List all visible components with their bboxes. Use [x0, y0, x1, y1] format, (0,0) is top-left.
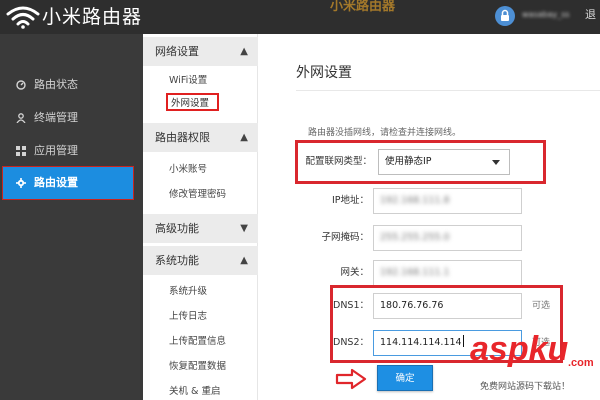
sidebar-item-router-status[interactable]: 路由状态 [0, 69, 132, 101]
gateway-label: 网关： [340, 267, 369, 278]
arrow-right-icon [335, 368, 367, 390]
chevron-down-icon [492, 160, 500, 165]
submenu-section-permissions[interactable]: 路由器权限 ▲ [143, 123, 258, 152]
ip-value: 192.168.111.8 [380, 195, 450, 206]
submenu-section-title: 网络设置 [155, 45, 199, 58]
chevron-up-icon: ▲ [240, 255, 248, 266]
submenu-section-title: 路由器权限 [155, 131, 210, 144]
submenu-section-system[interactable]: 系统功能 ▲ [143, 246, 258, 275]
sidebar-item-label: 路由设置 [34, 176, 78, 189]
connection-type-highlight: 配置联网类型： 使用静态IP [295, 140, 546, 184]
ip-label: IP地址： [331, 195, 369, 206]
submenu-section-title: 系统功能 [155, 254, 199, 267]
dns1-optional-note: 可选 [532, 301, 551, 311]
gear-icon [16, 178, 26, 188]
submenu-item-upload-config[interactable]: 上传配置信息 [169, 333, 226, 351]
gateway-label-wrap: 网关： [258, 260, 369, 286]
sidebar-item-label: 终端管理 [34, 111, 78, 124]
top-header: 小米路由器 小米路由器 wasabay_ss 退 [0, 0, 600, 34]
submenu-section-advanced[interactable]: 高级功能 ▼ [143, 214, 258, 243]
gateway-input[interactable]: 192.168.111.1 [373, 260, 522, 286]
page-title: 外网设置 [296, 65, 352, 81]
dns1-label-wrap: DNS1： [258, 293, 369, 319]
chevron-down-icon: ▼ [240, 223, 248, 234]
watermark-caption: 免费网站源码下载站！ [480, 382, 571, 392]
dns2-label: DNS2： [333, 337, 369, 348]
dns2-value: 114.114.114.114 [380, 337, 462, 348]
submenu-item-upload-log[interactable]: 上传日志 [169, 308, 207, 326]
dns1-label: DNS1： [333, 300, 369, 311]
header-center-text: 小米路由器 [330, 0, 396, 14]
cable-hint: 路由器没插网线，请检查并连接网线。 [308, 128, 462, 138]
submenu-item-upgrade[interactable]: 系统升级 [169, 283, 207, 301]
brand-title: 小米路由器 [42, 6, 143, 28]
submenu-item-change-password[interactable]: 修改管理密码 [169, 186, 226, 204]
ip-address-input[interactable]: 192.168.111.8 [373, 188, 522, 214]
submenu-item-wifi[interactable]: WiFi设置 [169, 72, 207, 90]
dns1-input[interactable]: 180.76.76.76 [373, 293, 522, 319]
submenu-section-title: 高级功能 [155, 222, 199, 235]
connection-type-label: 配置联网类型： [305, 156, 372, 167]
chevron-up-icon: ▲ [240, 132, 248, 143]
mask-label-wrap: 子网掩码： [258, 225, 369, 251]
account-avatar[interactable] [495, 6, 515, 26]
connection-type-select[interactable]: 使用静态IP [378, 149, 510, 175]
svg-text:aspku: aspku [470, 330, 568, 368]
title-divider [296, 90, 600, 91]
submenu-item-mi-account[interactable]: 小米账号 [169, 161, 207, 179]
logout-link[interactable]: 退 [585, 8, 596, 22]
dashboard-icon [16, 80, 26, 90]
aspku-watermark-logo: aspku .com [470, 330, 594, 369]
username[interactable]: wasabay_ss [522, 10, 582, 20]
gateway-value: 192.168.111.1 [380, 267, 450, 278]
settings-submenu: 网络设置 ▲ WiFi设置 外网设置 路由器权限 ▲ 小米账号 修改管理密码 高… [143, 34, 258, 400]
submenu-item-shutdown-reboot[interactable]: 关机 & 重启 [169, 383, 220, 400]
text-cursor [462, 335, 464, 347]
subnet-mask-label: 子网掩码： [321, 232, 369, 243]
chevron-up-icon: ▲ [240, 46, 248, 57]
wifi-icon [6, 6, 40, 29]
sidebar-item-label: 应用管理 [34, 144, 78, 157]
sidebar-item-apps[interactable]: 应用管理 [0, 135, 132, 167]
confirm-button[interactable]: 确定 [377, 365, 433, 391]
svg-text:.com: .com [568, 357, 594, 369]
ip-label-wrap: IP地址： [258, 188, 369, 214]
sidebar-item-router-settings[interactable]: 路由设置 [2, 166, 134, 200]
lock-icon [501, 9, 509, 21]
submenu-item-restore-config[interactable]: 恢复配置数据 [169, 358, 226, 376]
grid-icon [16, 146, 26, 156]
dns1-value: 180.76.76.76 [380, 300, 444, 311]
connection-type-value: 使用静态IP [385, 156, 432, 167]
sidebar-item-label: 路由状态 [34, 78, 78, 91]
subnet-mask-value: 255.255.255.0 [380, 232, 450, 243]
submenu-section-network[interactable]: 网络设置 ▲ [143, 37, 258, 66]
main-sidebar: 路由状态 终端管理 应用管理 路由设置 [0, 34, 143, 400]
sidebar-item-devices[interactable]: 终端管理 [0, 102, 132, 134]
user-icon [16, 113, 26, 123]
subnet-mask-input[interactable]: 255.255.255.0 [373, 225, 522, 251]
submenu-item-wan[interactable]: 外网设置 [166, 93, 220, 111]
dns2-label-wrap: DNS2： [258, 330, 369, 356]
